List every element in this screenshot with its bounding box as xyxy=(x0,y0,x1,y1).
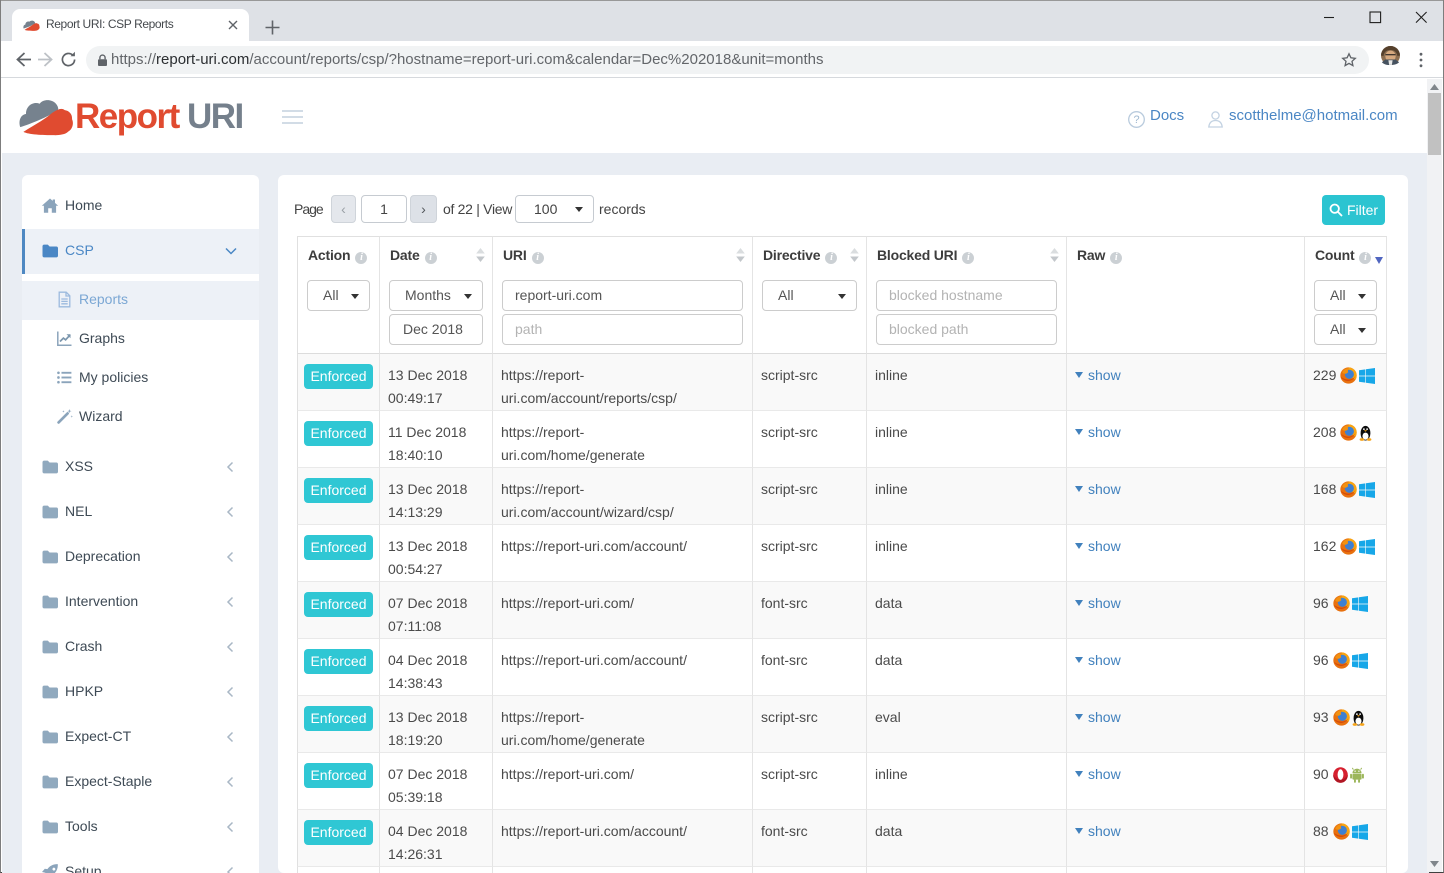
svg-text:?: ? xyxy=(1133,114,1139,126)
